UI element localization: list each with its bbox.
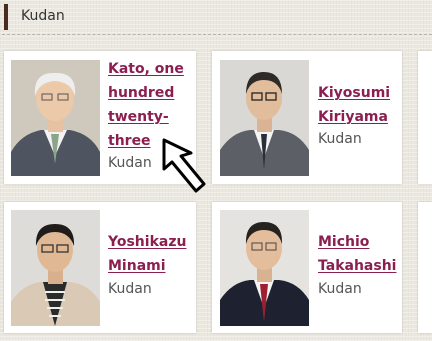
member-card: Michio Takahashi Kudan [212, 202, 402, 333]
page-title: Kudan [21, 8, 65, 24]
member-group: Kudan [108, 155, 152, 171]
member-group: Kudan [108, 281, 152, 297]
member-card-partial [418, 202, 432, 333]
portrait-image [220, 210, 309, 326]
member-group: Kudan [318, 131, 362, 147]
portrait-image [220, 60, 309, 176]
member-name-link[interactable]: Yoshikazu Minami [108, 230, 186, 278]
header-accent-bar [4, 4, 8, 30]
member-photo[interactable] [11, 210, 100, 326]
member-name-link[interactable]: Michio Takahashi [318, 230, 396, 278]
member-card-partial [418, 51, 432, 184]
portrait-image [11, 60, 100, 176]
member-photo[interactable] [220, 210, 309, 326]
arrow-cursor-icon [160, 137, 210, 197]
member-photo[interactable] [11, 60, 100, 176]
member-card: Yoshikazu Minami Kudan [4, 202, 196, 333]
member-card: Kiyosumi Kiriyama Kudan [212, 51, 402, 184]
member-group: Kudan [318, 281, 362, 297]
page-header: Kudan [2, 0, 432, 35]
member-photo[interactable] [220, 60, 309, 176]
member-name-link[interactable]: Kiyosumi Kiriyama [318, 81, 390, 129]
portrait-image [11, 210, 100, 326]
